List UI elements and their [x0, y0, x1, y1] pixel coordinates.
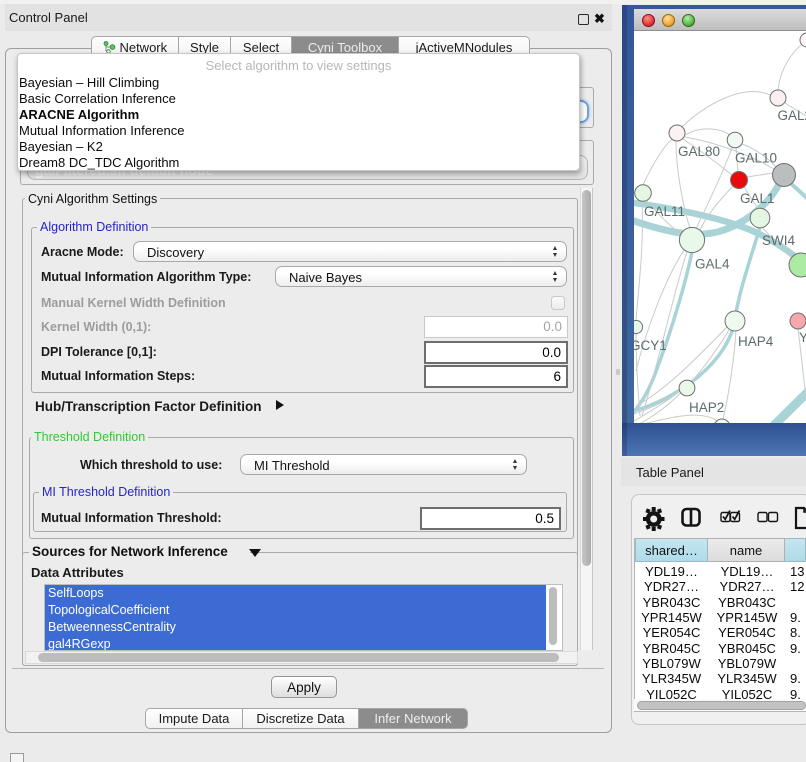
svg-text:HAP2: HAP2 [689, 400, 724, 415]
svg-text:SWI4: SWI4 [762, 233, 795, 248]
svg-text:GAL2: GAL2 [778, 108, 806, 123]
svg-text:GAL11: GAL11 [644, 204, 685, 219]
svg-text:GCY1: GCY1 [634, 338, 667, 353]
svg-text:GAL10: GAL10 [735, 151, 777, 166]
svg-text:Y: Y [799, 330, 806, 345]
svg-text:HAP4: HAP4 [738, 334, 774, 349]
svg-text:GAL80: GAL80 [678, 144, 720, 159]
svg-text:GAL4: GAL4 [695, 257, 730, 272]
svg-text:GAL1: GAL1 [740, 191, 775, 206]
